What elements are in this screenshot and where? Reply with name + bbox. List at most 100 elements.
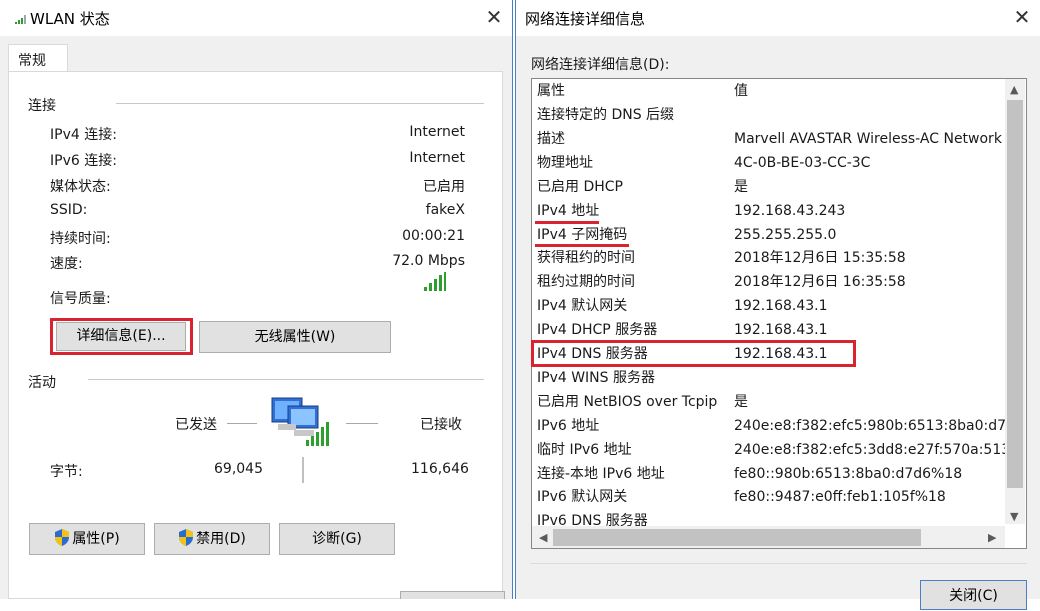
bytes-received-value: 116,646: [411, 461, 469, 477]
connection-row-label: IPv4 连接:: [50, 127, 117, 143]
detail-row[interactable]: 连接-本地 IPv6 地址 fe80::980b:6513:8ba0:d7d6%1…: [537, 462, 1005, 486]
horizontal-scroll-thumb[interactable]: [553, 529, 921, 546]
detail-row[interactable]: IPv4 WINS 服务器: [537, 366, 1005, 390]
detail-value: 192.168.43.1: [734, 322, 828, 339]
left-window-title: WLAN 状态: [30, 10, 110, 28]
detail-property: 描述: [537, 130, 565, 147]
detail-row[interactable]: 获得租约的时间 2018年12月6日 15:35:58: [537, 246, 1005, 270]
connection-row-value: Internet: [409, 124, 465, 140]
connection-row-value: Internet: [409, 150, 465, 166]
connection-row-label: 持续时间:: [50, 231, 111, 247]
scroll-left-arrow-icon[interactable]: ◀: [539, 532, 547, 544]
connection-row-value: 00:00:21: [402, 228, 465, 244]
detail-row[interactable]: 租约过期的时间 2018年12月6日 16:35:58: [537, 270, 1005, 294]
detail-value: 240e:e8:f382:efc5:980b:6513:8ba0:d7d6: [734, 417, 1005, 434]
diagnose-button[interactable]: 诊断(G): [279, 523, 395, 555]
vertical-scroll-thumb[interactable]: [1007, 100, 1023, 488]
right-window-title: 网络连接详细信息: [525, 10, 646, 28]
detail-row[interactable]: IPv4 DHCP 服务器 192.168.43.1: [537, 318, 1005, 342]
detail-value: Marvell AVASTAR Wireless-AC Network: [734, 130, 1002, 147]
details-highlight: [50, 318, 193, 355]
detail-row[interactable]: 临时 IPv6 地址 240e:e8:f382:efc5:3dd8:e27f:57…: [537, 438, 1005, 462]
detail-property: IPv4 子网掩码: [537, 226, 628, 243]
detail-property: IPv4 地址: [537, 202, 600, 219]
detail-value: 是: [734, 393, 748, 410]
column-header-value[interactable]: 值: [734, 79, 1005, 103]
detail-property: 临时 IPv6 地址: [537, 441, 632, 458]
tab-general[interactable]: 常规: [8, 44, 68, 72]
disable-button[interactable]: 禁用(D): [154, 523, 270, 555]
detail-row[interactable]: IPv6 地址 240e:e8:f382:efc5:980b:6513:8ba0:…: [537, 414, 1005, 438]
scroll-right-arrow-icon[interactable]: ▶: [988, 532, 996, 544]
properties-label: 属性(P): [72, 531, 120, 547]
connection-row-label: 媒体状态:: [50, 179, 111, 195]
detail-property: IPv4 默认网关: [537, 298, 628, 315]
detail-property: IPv4 WINS 服务器: [537, 369, 655, 386]
left-titlebar: WLAN 状态 ✕: [0, 0, 512, 36]
detail-property: IPv6 地址: [537, 417, 600, 434]
right-titlebar: 网络连接详细信息 ✕: [516, 0, 1040, 36]
wifi-icon: [14, 13, 28, 29]
sent-line: [227, 423, 257, 424]
connection-heading: 连接: [28, 98, 56, 114]
close-button[interactable]: 关闭(C): [920, 580, 1027, 610]
connection-row-label: 速度:: [50, 256, 83, 272]
detail-row[interactable]: 已启用 DHCP 是: [537, 175, 1005, 199]
scroll-up-arrow-icon[interactable]: ▲: [1010, 84, 1018, 96]
detail-value: fe80::980b:6513:8ba0:d7d6%18: [734, 465, 963, 482]
sent-label: 已发送: [175, 417, 217, 433]
scroll-down-arrow-icon[interactable]: ▼: [1010, 511, 1018, 523]
shield-icon: [178, 527, 194, 557]
detail-row[interactable]: IPv4 子网掩码 255.255.255.0: [537, 223, 1005, 247]
received-label: 已接收: [420, 417, 462, 433]
detail-value: 192.168.43.243: [734, 202, 846, 219]
subnet-mask-underline: [535, 244, 629, 247]
connection-divider: [116, 103, 484, 104]
bytes-label: 字节:: [50, 464, 83, 480]
signal-bars-icon: [423, 272, 447, 296]
activity-divider: [88, 379, 484, 380]
detail-row[interactable]: IPv6 默认网关 fe80::9487:e0ff:feb1:105f%18: [537, 485, 1005, 509]
detail-property: IPv6 默认网关: [537, 489, 628, 506]
detail-row[interactable]: IPv4 地址 192.168.43.243: [537, 199, 1005, 223]
detail-value: 192.168.43.1: [734, 298, 828, 315]
detail-row[interactable]: 物理地址 4C-0B-BE-03-CC-3C: [537, 151, 1005, 175]
right-close-icon[interactable]: ✕: [1012, 7, 1032, 28]
partial-bottom-button[interactable]: [400, 591, 505, 599]
detail-row[interactable]: 描述 Marvell AVASTAR Wireless-AC Network: [537, 127, 1005, 151]
disable-label: 禁用(D): [196, 531, 246, 547]
detail-property: 租约过期的时间: [537, 274, 635, 291]
connection-row-value: fakeX: [425, 202, 465, 218]
shield-icon: [54, 527, 70, 557]
detail-property: 获得租约的时间: [537, 250, 635, 267]
detail-value: 2018年12月6日 15:35:58: [734, 250, 906, 267]
detail-value: fe80::9487:e0ff:feb1:105f%18: [734, 489, 946, 506]
connection-row-label: IPv6 连接:: [50, 153, 117, 169]
connection-row-value: 已启用: [423, 179, 465, 195]
detail-value: 240e:e8:f382:efc5:3dd8:e27f:570a:513c: [734, 441, 1005, 458]
detail-property: 连接特定的 DNS 后缀: [537, 107, 675, 123]
bytes-sent-value: 69,045: [214, 461, 263, 477]
properties-button[interactable]: 属性(P): [29, 523, 145, 555]
detail-value: 255.255.255.0: [734, 226, 837, 243]
detail-value: 4C-0B-BE-03-CC-3C: [734, 154, 871, 171]
connection-row-label: SSID:: [50, 202, 88, 218]
wlan-status-window: WLAN 状态 ✕ 常规 连接 IPv4 连接: Internet IPv6 连接:…: [0, 0, 513, 599]
detail-value: 2018年12月6日 16:35:58: [734, 274, 906, 291]
received-line: [346, 423, 378, 424]
detail-property: 已启用 DHCP: [537, 178, 623, 195]
wireless-properties-button[interactable]: 无线属性(W): [199, 321, 391, 353]
detail-row[interactable]: 已启用 NetBIOS over Tcpip 是: [537, 390, 1005, 414]
network-computers-icon: [270, 394, 332, 454]
dns-server-highlight: [531, 340, 856, 367]
left-close-icon[interactable]: ✕: [484, 7, 504, 28]
detail-row[interactable]: IPv4 默认网关 192.168.43.1: [537, 294, 1005, 318]
list-header: 属性 值: [537, 79, 1005, 103]
footer-divider: [530, 563, 1027, 564]
column-header-property[interactable]: 属性: [537, 79, 565, 103]
detail-value: 是: [734, 178, 748, 195]
detail-property: 已启用 NetBIOS over Tcpip: [537, 393, 718, 410]
detail-row[interactable]: 连接特定的 DNS 后缀: [537, 103, 1005, 127]
bytes-separator: [302, 457, 304, 483]
ipv4-address-underline: [535, 221, 599, 224]
